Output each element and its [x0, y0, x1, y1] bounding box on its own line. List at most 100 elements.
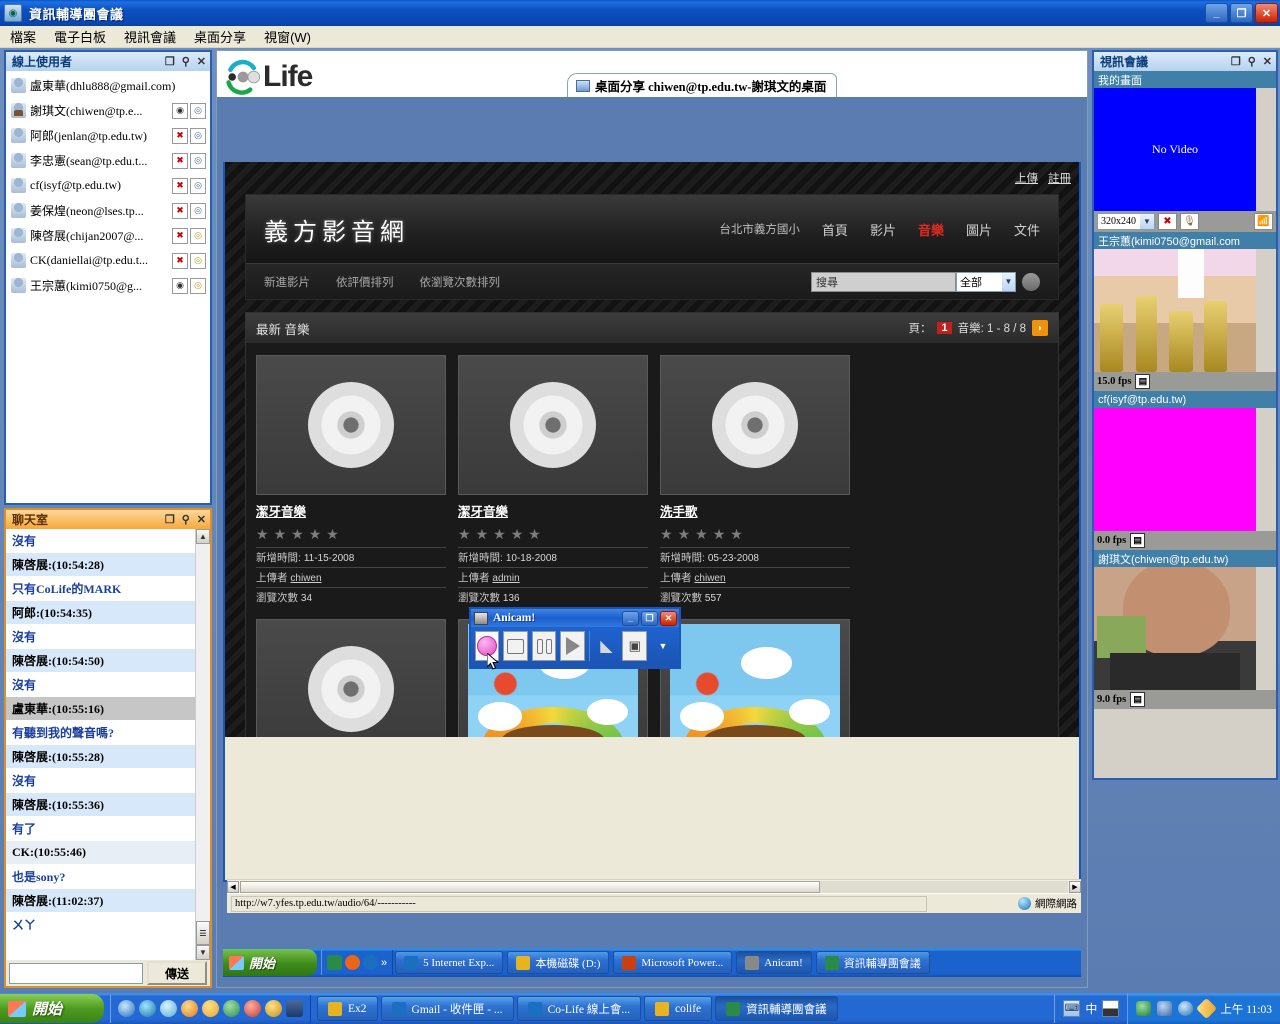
media-player-icon[interactable]: [139, 1000, 156, 1017]
quick-launch-firefox-icon[interactable]: [345, 955, 360, 970]
opera-icon[interactable]: [244, 1000, 261, 1017]
user-list-item[interactable]: 王宗蕙(kimi0750@g... ◉ ◎: [6, 273, 210, 298]
anicam-dropdown[interactable]: ▼: [651, 631, 675, 661]
media-card[interactable]: 洗手歌 ★ ★ ★ ★ ★ 新增時間: 05-23-2008 上傳者 chiwen 瀏覽次數 5…: [660, 355, 850, 607]
microphone-icon[interactable]: ◎: [190, 227, 206, 244]
user-list-item[interactable]: 阿郎(jenlan@tp.edu.tw) ✖ ◎: [6, 123, 210, 148]
resolution-select[interactable]: 320x240 ▼: [1097, 213, 1155, 230]
inner-start-button[interactable]: 開始: [223, 949, 317, 976]
pin-icon[interactable]: ⚲: [182, 513, 190, 526]
signal-icon[interactable]: 📶: [1254, 213, 1273, 230]
div-icon[interactable]: [286, 1000, 303, 1017]
nav-home[interactable]: 首頁: [822, 220, 848, 239]
microphone-icon[interactable]: ◎: [190, 252, 206, 269]
rating-stars[interactable]: ★ ★ ★ ★ ★: [458, 521, 648, 547]
capture-button[interactable]: ▣: [622, 631, 647, 661]
scroll-right-icon[interactable]: ▶: [1069, 880, 1081, 893]
ime-keyboard-icon[interactable]: ⌨: [1063, 1000, 1081, 1017]
pin-icon[interactable]: ⚲: [1248, 55, 1256, 68]
star-icon[interactable]: ★: [713, 526, 726, 543]
camera-on-icon[interactable]: ◉: [172, 277, 188, 294]
online-users-list[interactable]: 盧東華(dhlu888@gmail.com) 謝琪文(chiwen@tp.e...…: [6, 71, 210, 503]
menu-item-file[interactable]: 檔案: [10, 27, 36, 46]
desktop-share-tab[interactable]: 桌面分享 chiwen@tp.edu.tw-謝琪文的桌面: [567, 73, 838, 97]
chat-send-button[interactable]: 傳送: [147, 961, 207, 985]
scroll-thumb[interactable]: ☰: [196, 921, 210, 945]
star-icon[interactable]: ★: [476, 526, 489, 543]
microphone-icon[interactable]: 🎙: [1180, 213, 1199, 230]
inner-taskbar-item[interactable]: 5 Internet Exp...: [395, 951, 504, 974]
taskbar-item[interactable]: Gmail - 收件匣 - ...: [380, 996, 514, 1021]
upload-link[interactable]: 上傳: [1015, 170, 1038, 186]
network-icon[interactable]: [1136, 1001, 1152, 1016]
anicam-window[interactable]: Anicam! _ ❐ ✕ ◣ ▣ ▼: [469, 607, 681, 670]
media-card[interactable]: 洗手歌★★★★★新增時間: 05-23-2008上傳者 chiwen瀏覽次數 7…: [256, 619, 446, 737]
chat-messages[interactable]: 沒有 陳啓展:(10:54:28) 只有CoLife的MARK 阿郎:(10:54:3…: [6, 529, 195, 960]
paint-icon[interactable]: [181, 1000, 198, 1017]
shield-icon[interactable]: [1196, 997, 1218, 1020]
restore-icon[interactable]: ❐: [165, 55, 175, 68]
media-title-link[interactable]: 洗手歌: [660, 505, 698, 519]
video-feed-list[interactable]: 我的畫面 No Video 320x240 ▼ ✖ 🎙 📶 王宗蕙(kimi07…: [1094, 71, 1276, 778]
star-icon[interactable]: ★: [458, 526, 471, 543]
media-thumbnail[interactable]: [660, 619, 850, 737]
user-list-item[interactable]: CK(daniellai@tp.edu.t... ✖ ◎: [6, 248, 210, 273]
close-icon[interactable]: ✕: [197, 513, 206, 526]
ime-mode-label[interactable]: 中: [1085, 1000, 1097, 1017]
page-horizontal-scrollbar[interactable]: ◀ ▶: [227, 879, 1081, 893]
quick-launch-notes-icon[interactable]: [327, 955, 342, 970]
clock[interactable]: 上午 11:03: [1220, 1001, 1272, 1017]
camera-on-icon[interactable]: ◉: [172, 102, 188, 119]
star-icon[interactable]: ★: [678, 526, 691, 543]
subnav-new[interactable]: 新進影片: [264, 274, 310, 290]
camera-off-icon[interactable]: ✖: [172, 177, 188, 194]
rss-icon[interactable]: ◗: [1032, 320, 1048, 336]
video-feed-surface[interactable]: [1094, 249, 1256, 372]
sun-icon[interactable]: [202, 1000, 219, 1017]
chat-scrollbar[interactable]: ▲ ☰ ▼: [195, 529, 210, 960]
ime-halfwidth-icon[interactable]: [1102, 1000, 1120, 1017]
camera-off-icon[interactable]: ✖: [172, 127, 188, 144]
play-button[interactable]: [560, 631, 585, 661]
media-card[interactable]: 潔牙音樂 ★ ★ ★ ★ ★ 新增時間: 10-18-2008 上傳者 admin 瀏覽次數 1…: [458, 355, 648, 607]
inner-taskbar-item[interactable]: Microsoft Power...: [613, 951, 733, 974]
coin-icon[interactable]: [265, 1000, 282, 1017]
anicam-minimize-button[interactable]: _: [622, 610, 639, 626]
chat-input[interactable]: [9, 962, 143, 984]
film-icon[interactable]: ▤: [1130, 533, 1146, 548]
microphone-icon[interactable]: ◎: [190, 152, 206, 169]
star-icon[interactable]: ★: [511, 526, 524, 543]
star-icon[interactable]: ★: [695, 526, 708, 543]
register-link[interactable]: 註冊: [1048, 170, 1071, 186]
camera-off-icon[interactable]: ✖: [172, 202, 188, 219]
camera-off-icon[interactable]: ✖: [172, 227, 188, 244]
camera-off-icon[interactable]: ✖: [172, 252, 188, 269]
scroll-up-icon[interactable]: ▲: [196, 529, 210, 544]
microphone-icon[interactable]: ◎: [190, 177, 206, 194]
inner-taskbar-item[interactable]: 本機磁碟 (D:): [507, 951, 610, 974]
video-feed[interactable]: 王宗蕙(kimi0750@gmail.com 15.0 fps ▤: [1094, 232, 1276, 391]
nav-video[interactable]: 影片: [870, 220, 896, 239]
media-uploader-link[interactable]: chiwen: [290, 573, 321, 584]
menu-item-whiteboard[interactable]: 電子白板: [54, 27, 106, 46]
star-icon[interactable]: ★: [493, 526, 506, 543]
start-button[interactable]: 開始: [0, 994, 104, 1023]
star-icon[interactable]: ★: [730, 526, 743, 543]
site-search-button[interactable]: [1022, 272, 1040, 291]
user-list-item[interactable]: 謝琪文(chiwen@tp.e... ◉ ◎: [6, 98, 210, 123]
site-search-input[interactable]: 搜尋: [811, 271, 956, 292]
camera-off-icon[interactable]: ✖: [172, 152, 188, 169]
media-thumbnail[interactable]: [660, 355, 850, 495]
user-list-item[interactable]: 陳啓展(chijan2007@... ✖ ◎: [6, 223, 210, 248]
pause-button[interactable]: [531, 631, 557, 661]
connection-icon[interactable]: [1157, 1001, 1173, 1016]
star-icon[interactable]: ★: [274, 526, 287, 543]
microphone-icon[interactable]: ◎: [190, 102, 206, 119]
media-uploader-link[interactable]: admin: [492, 573, 519, 584]
restore-icon[interactable]: ❐: [1231, 55, 1241, 68]
camera-off-icon[interactable]: ✖: [1158, 213, 1177, 230]
media-title-link[interactable]: 潔牙音樂: [458, 505, 508, 519]
star-icon[interactable]: ★: [291, 526, 304, 543]
taskbar-item[interactable]: Co-Life 線上會...: [516, 996, 641, 1021]
star-icon[interactable]: ★: [256, 526, 269, 543]
